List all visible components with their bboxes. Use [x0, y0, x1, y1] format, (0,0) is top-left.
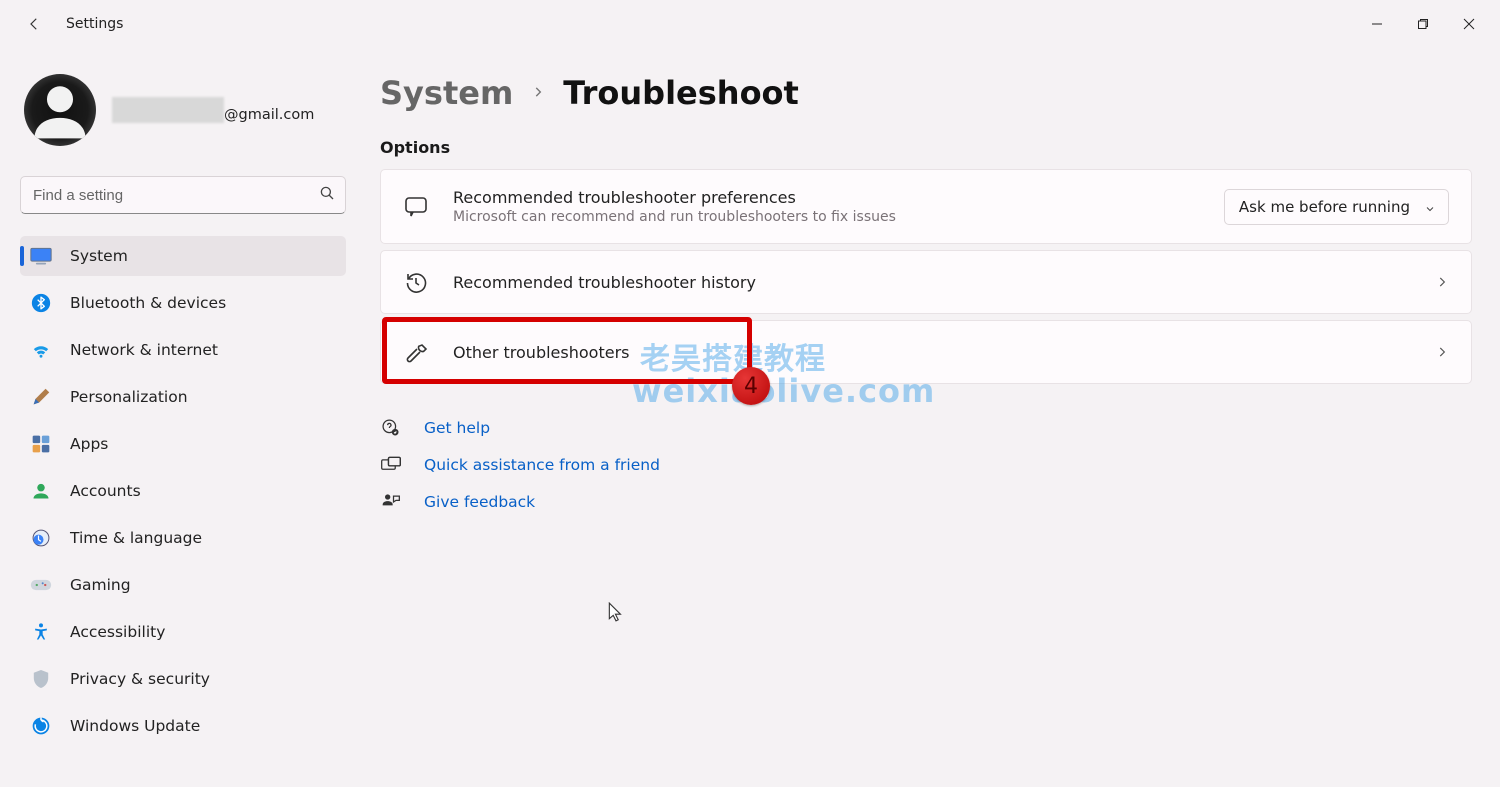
chat-icon	[403, 194, 429, 220]
card-other-troubleshooters[interactable]: Other troubleshooters	[380, 320, 1472, 384]
breadcrumb: System Troubleshoot	[380, 74, 1472, 112]
bluetooth-icon	[30, 292, 52, 314]
card-title: Recommended troubleshooter preferences	[453, 188, 1224, 207]
paint-icon	[30, 386, 52, 408]
maximize-button[interactable]	[1400, 6, 1446, 42]
help-icon	[380, 418, 402, 438]
section-label: Options	[380, 138, 1472, 157]
sidebar-item-label: Apps	[70, 435, 108, 453]
sidebar-item-label: Accounts	[70, 482, 141, 500]
sidebar-item-label: Time & language	[70, 529, 202, 547]
sidebar-item-apps[interactable]: Apps	[20, 424, 346, 464]
minimize-button[interactable]	[1354, 6, 1400, 42]
link-quick-assistance[interactable]: Quick assistance from a friend	[380, 456, 1472, 474]
sidebar-item-time-language[interactable]: Time & language	[20, 518, 346, 558]
annotation-highlight: Other troubleshooters 4	[380, 320, 1472, 384]
titlebar: Settings	[0, 0, 1500, 48]
search-input[interactable]	[20, 176, 346, 214]
sidebar-item-network[interactable]: Network & internet	[20, 330, 346, 370]
card-title: Recommended troubleshooter history	[453, 273, 1435, 292]
gaming-icon	[30, 574, 52, 596]
sidebar-item-bluetooth[interactable]: Bluetooth & devices	[20, 283, 346, 323]
history-icon	[403, 269, 429, 295]
annotation-step-badge: 4	[732, 367, 770, 405]
avatar	[24, 74, 96, 146]
close-button[interactable]	[1446, 6, 1492, 42]
back-button[interactable]	[20, 10, 48, 38]
sidebar: @gmail.com System Bluetooth & devices Ne…	[6, 48, 356, 787]
sidebar-item-label: Personalization	[70, 388, 188, 406]
link-label[interactable]: Quick assistance from a friend	[424, 456, 660, 474]
card-troubleshooter-history[interactable]: Recommended troubleshooter history	[380, 250, 1472, 314]
sidebar-item-system[interactable]: System	[20, 236, 346, 276]
sidebar-item-personalization[interactable]: Personalization	[20, 377, 346, 417]
update-icon	[30, 715, 52, 737]
profile-block[interactable]: @gmail.com	[20, 74, 346, 146]
preference-dropdown[interactable]: Ask me before running	[1224, 189, 1449, 225]
link-give-feedback[interactable]: Give feedback	[380, 492, 1472, 512]
profile-email-suffix: @gmail.com	[224, 107, 314, 123]
sidebar-item-label: Accessibility	[70, 623, 165, 641]
feedback-icon	[380, 492, 402, 512]
profile-name-redacted	[112, 97, 224, 123]
system-icon	[30, 245, 52, 267]
sidebar-item-label: Network & internet	[70, 341, 218, 359]
shield-icon	[30, 668, 52, 690]
app-title: Settings	[66, 16, 123, 32]
breadcrumb-parent[interactable]: System	[380, 74, 513, 112]
sidebar-item-accessibility[interactable]: Accessibility	[20, 612, 346, 652]
sidebar-item-label: Privacy & security	[70, 670, 210, 688]
sidebar-item-label: Bluetooth & devices	[70, 294, 226, 312]
help-links: Get help Quick assistance from a friend …	[380, 418, 1472, 512]
sidebar-item-windows-update[interactable]: Windows Update	[20, 706, 346, 746]
screens-icon	[380, 456, 402, 474]
sidebar-item-gaming[interactable]: Gaming	[20, 565, 346, 605]
clock-globe-icon	[30, 527, 52, 549]
search-icon[interactable]	[318, 184, 336, 206]
card-recommended-preferences[interactable]: Recommended troubleshooter preferences M…	[380, 169, 1472, 244]
wrench-icon	[403, 339, 429, 365]
apps-icon	[30, 433, 52, 455]
dropdown-value: Ask me before running	[1239, 198, 1410, 216]
sidebar-item-accounts[interactable]: Accounts	[20, 471, 346, 511]
chevron-right-icon	[1435, 275, 1449, 289]
main-content: System Troubleshoot Options Recommended …	[356, 48, 1500, 787]
card-subtitle: Microsoft can recommend and run troubles…	[453, 209, 1224, 225]
link-get-help[interactable]: Get help	[380, 418, 1472, 438]
wifi-icon	[30, 339, 52, 361]
sidebar-item-label: System	[70, 247, 128, 265]
nav-list: System Bluetooth & devices Network & int…	[20, 236, 346, 746]
accessibility-icon	[30, 621, 52, 643]
accounts-icon	[30, 480, 52, 502]
sidebar-item-privacy[interactable]: Privacy & security	[20, 659, 346, 699]
link-label[interactable]: Give feedback	[424, 493, 535, 511]
sidebar-item-label: Windows Update	[70, 717, 200, 735]
sidebar-item-label: Gaming	[70, 576, 131, 594]
chevron-right-icon	[1435, 345, 1449, 359]
link-label[interactable]: Get help	[424, 419, 490, 437]
chevron-right-icon	[531, 83, 545, 104]
breadcrumb-current: Troubleshoot	[563, 74, 799, 112]
chevron-down-icon	[1424, 201, 1436, 219]
badge-number: 4	[732, 367, 770, 405]
card-title: Other troubleshooters	[453, 343, 1435, 362]
